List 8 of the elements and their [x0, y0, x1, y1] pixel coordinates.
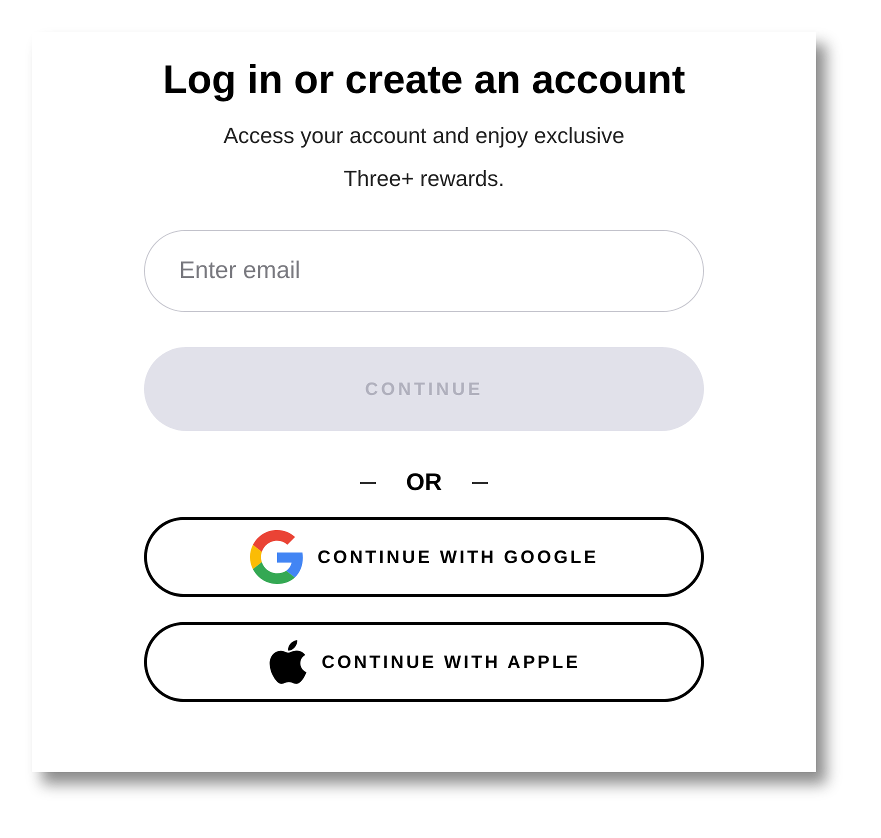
sign-in-button[interactable]: CONTINUE WITH APPLE — [144, 622, 704, 702]
page-title: Log in or create an account — [162, 57, 686, 104]
google-g-icon — [250, 530, 304, 584]
apple-icon — [268, 637, 308, 687]
email-field[interactable]: Enter email — [144, 230, 704, 312]
subtitle: Access your account and enjoy exclusive Three+ rewards. — [222, 122, 626, 193]
separator-text: OR — [406, 469, 442, 497]
sign-in-button[interactable]: CONTINUE WITH GOOGLE — [144, 517, 704, 597]
